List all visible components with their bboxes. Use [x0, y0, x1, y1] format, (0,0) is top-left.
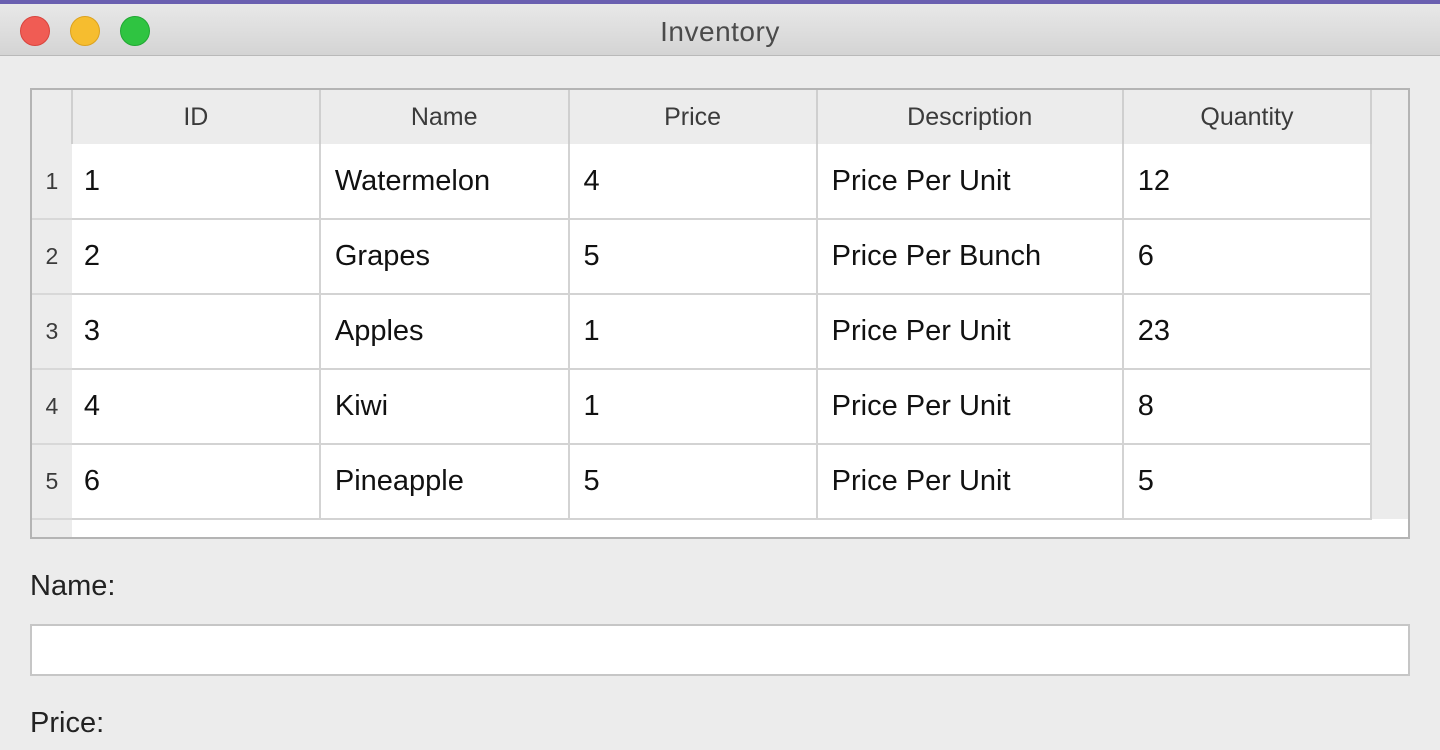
cell-description[interactable]: Price Per Unit [816, 444, 1124, 520]
empty-cell [319, 519, 569, 537]
cell-id[interactable]: 6 [71, 444, 321, 520]
empty-cell [568, 519, 817, 537]
row-header-filler [32, 519, 72, 537]
cell-price[interactable]: 5 [568, 444, 818, 520]
header-filler [1371, 90, 1408, 144]
name-input[interactable] [30, 624, 1410, 676]
cell-name[interactable]: Kiwi [319, 369, 570, 445]
cell-id[interactable]: 2 [71, 219, 321, 295]
cell-id[interactable]: 1 [71, 144, 321, 220]
row-filler [1371, 144, 1408, 219]
cell-price[interactable]: 1 [568, 294, 818, 370]
title-bar[interactable]: Inventory [0, 4, 1440, 56]
row-number[interactable]: 4 [32, 369, 72, 445]
row-number[interactable]: 5 [32, 444, 72, 520]
cell-description[interactable]: Price Per Unit [816, 144, 1124, 220]
empty-cell [1371, 519, 1408, 537]
empty-cell [71, 519, 320, 537]
column-header-name[interactable]: Name [319, 90, 570, 144]
cell-quantity[interactable]: 23 [1122, 294, 1373, 370]
cell-id[interactable]: 3 [71, 294, 321, 370]
table-empty-area [32, 519, 1408, 537]
inventory-grid: ID Name Price Description Quantity 1 1 W… [32, 90, 1408, 537]
column-header-id[interactable]: ID [71, 90, 321, 144]
cell-price[interactable]: 5 [568, 219, 818, 295]
column-header-price[interactable]: Price [568, 90, 818, 144]
cell-quantity[interactable]: 6 [1122, 219, 1373, 295]
app-window: Inventory ID Name Price Description Quan… [0, 0, 1440, 750]
cell-price[interactable]: 1 [568, 369, 818, 445]
row-number[interactable]: 2 [32, 219, 72, 295]
name-label: Name: [30, 570, 116, 602]
cell-name[interactable]: Apples [319, 294, 570, 370]
cell-description[interactable]: Price Per Bunch [816, 219, 1124, 295]
table-row[interactable]: 2 2 Grapes 5 Price Per Bunch 6 [32, 219, 1408, 295]
cell-name[interactable]: Grapes [319, 219, 570, 295]
cell-quantity[interactable]: 5 [1122, 444, 1373, 520]
cell-name[interactable]: Pineapple [319, 444, 570, 520]
row-filler [1371, 369, 1408, 444]
cell-price[interactable]: 4 [568, 144, 818, 220]
row-filler [1371, 219, 1408, 294]
empty-cell [1122, 519, 1372, 537]
cell-description[interactable]: Price Per Unit [816, 369, 1124, 445]
cell-quantity[interactable]: 8 [1122, 369, 1373, 445]
window-title: Inventory [660, 16, 780, 47]
column-header-description[interactable]: Description [816, 90, 1124, 144]
cell-quantity[interactable]: 12 [1122, 144, 1373, 220]
table-row[interactable]: 1 1 Watermelon 4 Price Per Unit 12 [32, 144, 1408, 220]
table-row[interactable]: 4 4 Kiwi 1 Price Per Unit 8 [32, 369, 1408, 445]
table-row[interactable]: 5 6 Pineapple 5 Price Per Unit 5 [32, 444, 1408, 520]
table-header-row: ID Name Price Description Quantity [32, 90, 1408, 144]
table-corner[interactable] [32, 90, 73, 144]
row-number[interactable]: 1 [32, 144, 72, 220]
column-header-quantity[interactable]: Quantity [1122, 90, 1373, 144]
cell-description[interactable]: Price Per Unit [816, 294, 1124, 370]
row-filler [1371, 444, 1408, 519]
row-filler [1371, 294, 1408, 369]
cell-id[interactable]: 4 [71, 369, 321, 445]
cell-name[interactable]: Watermelon [319, 144, 570, 220]
empty-cell [816, 519, 1123, 537]
inventory-table[interactable]: ID Name Price Description Quantity 1 1 W… [30, 88, 1410, 539]
row-number[interactable]: 3 [32, 294, 72, 370]
price-label: Price: [30, 707, 105, 739]
table-row[interactable]: 3 3 Apples 1 Price Per Unit 23 [32, 294, 1408, 370]
